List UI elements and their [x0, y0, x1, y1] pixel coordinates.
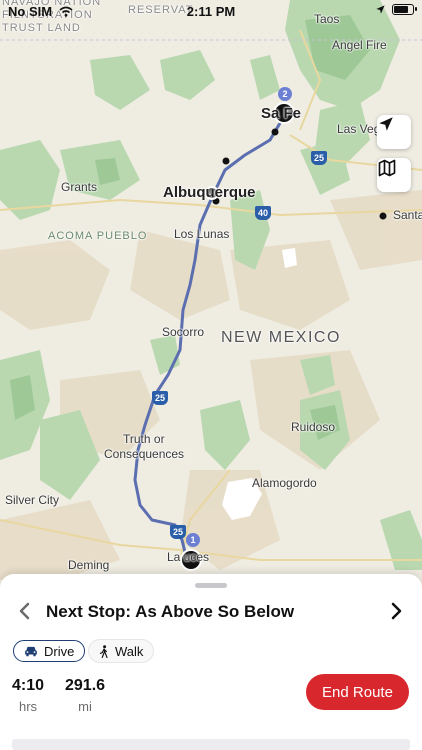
map-label: Ruidoso [291, 420, 336, 434]
battery-level [394, 6, 408, 13]
location-arrow-icon [379, 117, 393, 131]
next-stop-button[interactable] [384, 598, 410, 624]
map-label: Alamogordo [252, 476, 317, 490]
stop-badge: 2 [278, 87, 292, 101]
sheet-grabber[interactable] [195, 583, 227, 588]
sheet-bottom-edge [12, 739, 410, 750]
map-label: Silver City [5, 493, 60, 507]
map-label: ACOMA PUEBLO [48, 230, 148, 242]
map-view[interactable]: 2 1 25 40 25 25 NAVAJO NATION FILNTSRATI… [0, 0, 422, 580]
route-sheet: Next Stop: As Above So Below Drive Walk … [0, 574, 422, 750]
map-label: Deming [68, 558, 110, 572]
map-label: Truth or [123, 432, 165, 446]
chevron-right-icon [391, 602, 402, 620]
duration-stat: 4:10 hrs [12, 677, 44, 714]
duration-unit: hrs [18, 699, 38, 714]
highway-shield: 25 [311, 151, 327, 165]
status-right [375, 4, 417, 15]
highway-shield: 25 [152, 391, 168, 405]
map-label: Socorro [162, 325, 205, 339]
distance-unit: mi [78, 699, 92, 714]
map-canvas[interactable] [0, 0, 422, 580]
map-label: Grants [61, 180, 98, 194]
map-label: Angel Fire [332, 38, 387, 52]
walk-mode-button[interactable]: Walk [89, 640, 154, 662]
end-route-button[interactable]: End Route [306, 674, 409, 710]
map-mode-button[interactable] [377, 158, 411, 192]
car-icon [25, 646, 37, 657]
battery-icon [392, 4, 417, 15]
map-label: Albuquerque [163, 184, 256, 201]
map-label: La uces [167, 550, 210, 564]
highway-shield: 25 [170, 525, 186, 539]
distance-value: 291.6 [65, 677, 106, 694]
map-label: NEW MEXICO [221, 329, 341, 346]
distance-stat: 291.6 mi [65, 677, 105, 714]
next-stop-title: Next Stop: As Above So Below [46, 602, 295, 621]
locate-button[interactable] [377, 115, 411, 149]
stop-badge: 1 [186, 533, 200, 547]
map-label: Las Veg [337, 122, 381, 136]
chevron-left-icon [19, 602, 30, 620]
map-icon [378, 159, 396, 177]
status-time: 2:11 PM [186, 4, 236, 19]
previous-stop-button[interactable] [11, 598, 37, 624]
drive-mode-button[interactable]: Drive [13, 640, 86, 662]
highway-shield: 40 [255, 206, 271, 220]
walk-icon [99, 644, 108, 658]
map-label: Consequences [104, 447, 185, 461]
map-label: Los Lunas [174, 227, 230, 241]
status-bar: No SIM 2:11 PM [0, 0, 422, 24]
location-services-icon [376, 5, 385, 14]
map-label: Sa Fe [261, 105, 302, 122]
drive-mode-label: Drive [44, 643, 75, 659]
duration-value: 4:10 [12, 677, 45, 694]
map-label: Santa [393, 208, 422, 222]
walk-mode-label: Walk [115, 643, 144, 659]
